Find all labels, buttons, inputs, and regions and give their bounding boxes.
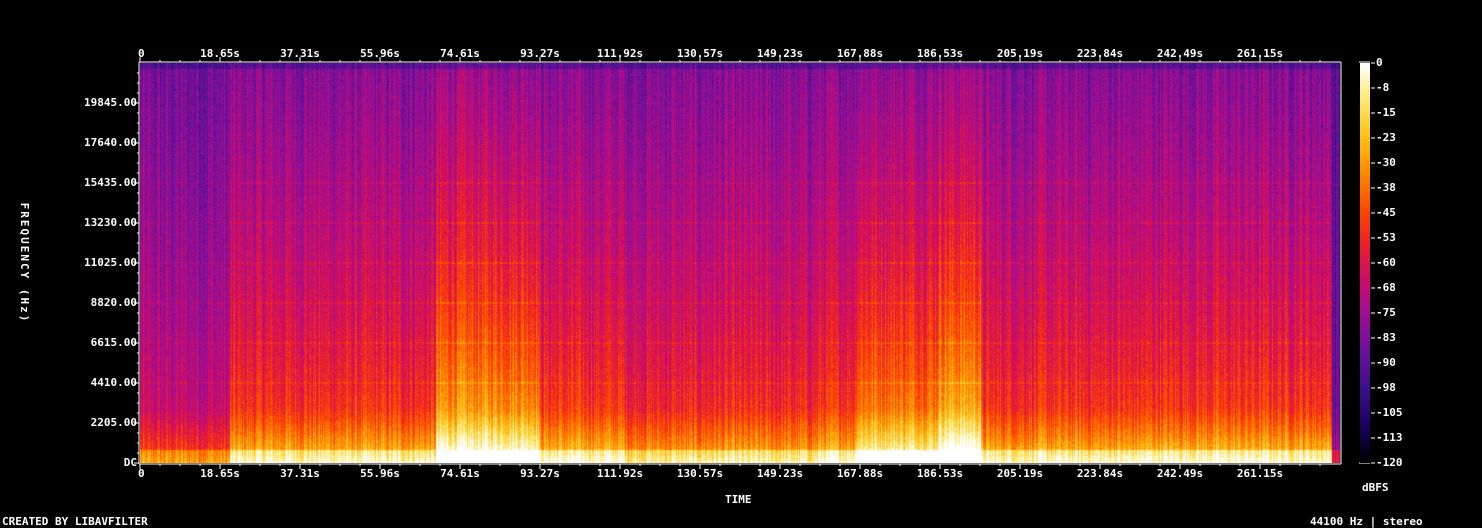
x-tick-label: 111.92s [596,47,644,60]
colorbar-tick-label: -23 [1376,131,1396,144]
x-tick-label: 149.23s [756,467,804,480]
y-tick-label: 17640.00 [84,136,137,149]
y-tick-label: 13230.00 [84,216,137,229]
x-tick-label: 149.23s [756,47,804,60]
x-tick-label: 130.57s [676,47,724,60]
y-axis-title: FREQUENCY (Hz) [18,202,31,324]
x-tick-label: 37.31s [280,467,320,480]
dbfs-colorbar [1360,63,1370,463]
x-axis-title: TIME [725,493,752,506]
x-tick-label: 18.65s [200,47,240,60]
x-tick-label: 167.88s [836,467,884,480]
x-tick-label: 261.15s [1236,467,1284,480]
colorbar-tick-label: -45 [1376,206,1396,219]
colorbar-tick-label: 0 [1376,56,1383,69]
x-tick-label: 55.96s [360,467,400,480]
y-tick-label: 11025.00 [84,256,137,269]
x-tick-label: 74.61s [440,467,480,480]
x-tick-label: 223.84s [1076,467,1124,480]
spectrogram-figure: 0 18.65s 37.31s 55.96s 74.61s 93.27s 111.92s 13… [0,0,1482,528]
colorbar-tick-label: -90 [1376,356,1396,369]
colorbar-tick-label: -83 [1376,331,1396,344]
x-tick-label: 55.96s [360,47,400,60]
colorbar-tick-label: -53 [1376,231,1396,244]
x-tick-label: 111.92s [596,467,644,480]
x-tick-label: 0 [138,47,145,60]
x-tick-label: 186.53s [916,47,964,60]
y-tick-label: 4410.00 [90,376,137,389]
colorbar-tick-label: -113 [1376,431,1403,444]
x-tick-label: 167.88s [836,47,884,60]
colorbar-tick-label: -15 [1376,106,1396,119]
x-tick-label: 186.53s [916,467,964,480]
colorbar-tick-label: -75 [1376,306,1396,319]
x-tick-label: 130.57s [676,467,724,480]
colorbar-tick-label: -30 [1376,156,1396,169]
x-tick-label: 93.27s [520,467,560,480]
colorbar-tick-label: -98 [1376,381,1396,394]
x-tick-label: 242.49s [1156,47,1204,60]
x-tick-label: 261.15s [1236,47,1284,60]
footer-credit: CREATED BY LIBAVFILTER [2,515,148,528]
y-tick-label: 6615.00 [90,336,137,349]
x-tick-label: 0 [138,467,145,480]
colorbar-tick-label: -8 [1376,81,1390,94]
y-tick-label: DC [123,456,137,469]
x-tick-label: 223.84s [1076,47,1124,60]
x-tick-label: 18.65s [200,467,240,480]
x-tick-label: 205.19s [996,47,1044,60]
colorbar-unit-label: dBFS [1362,481,1389,494]
x-tick-label: 205.19s [996,467,1044,480]
colorbar-tick-label: -38 [1376,181,1396,194]
colorbar-tick-label: -120 [1376,456,1403,469]
colorbar-tick-label: -105 [1376,406,1403,419]
y-tick-label: 19845.00 [84,96,137,109]
x-tick-label: 93.27s [520,47,560,60]
y-tick-label: 2205.00 [90,416,137,429]
colorbar-tick-label: -60 [1376,256,1396,269]
colorbar-tick-label: -68 [1376,281,1396,294]
x-tick-label: 37.31s [280,47,320,60]
y-tick-label: 15435.00 [84,176,137,189]
footer-audio-info: 44100 Hz | stereo [1310,515,1423,528]
x-tick-label: 74.61s [440,47,480,60]
spectrogram-plot [140,63,1340,463]
y-tick-label: 8820.00 [90,296,137,309]
x-tick-label: 242.49s [1156,467,1204,480]
